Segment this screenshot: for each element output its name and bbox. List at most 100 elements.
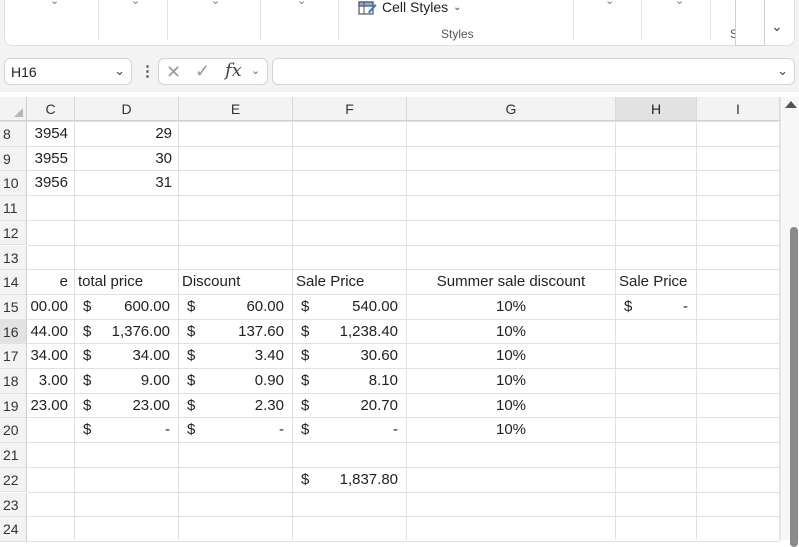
cell-c18[interactable]: 3.00	[27, 369, 74, 394]
cell-c9[interactable]: 3955	[27, 147, 74, 172]
cell-value: 1,238.40	[339, 322, 398, 340]
column-header-e[interactable]: E	[179, 97, 293, 121]
row-header-15[interactable]: 15	[0, 294, 27, 320]
row-header-23[interactable]: 23	[0, 492, 27, 518]
cell-d9[interactable]: 30	[75, 147, 178, 172]
cell-e17[interactable]: $3.40	[179, 344, 292, 369]
cell-g19[interactable]: 10%	[407, 394, 615, 419]
cell-e19[interactable]: $2.30	[179, 394, 292, 419]
row-header-19[interactable]: 19	[0, 393, 27, 419]
scroll-thumb[interactable]	[790, 227, 798, 547]
chevron-down-icon[interactable]: ⌄	[251, 64, 260, 77]
cell-f20[interactable]: $ -	[293, 418, 406, 443]
row-header-24[interactable]: 24	[0, 517, 27, 542]
cell-e18[interactable]: $0.90	[179, 369, 292, 394]
cell-d15[interactable]: $600.00	[75, 295, 178, 320]
formula-input[interactable]: ⌄	[272, 58, 795, 85]
chevron-down-icon[interactable]: ⌄	[211, 0, 220, 7]
cell-f14[interactable]: Sale Price	[293, 270, 406, 295]
cell-d20[interactable]: $ -	[75, 418, 178, 443]
row-header-22[interactable]: 22	[0, 467, 27, 493]
more-options-icon[interactable]: ⋮	[140, 62, 155, 80]
cell-e15[interactable]: $60.00	[179, 295, 292, 320]
styles-gallery-box[interactable]	[735, 0, 765, 46]
chevron-down-icon[interactable]: ⌄	[297, 0, 306, 7]
name-box[interactable]: H16 ⌄	[4, 58, 132, 85]
chevron-down-icon[interactable]: ⌄	[131, 0, 140, 7]
cell-h15[interactable]: $ -	[616, 295, 696, 320]
row-header-9[interactable]: 9	[0, 146, 27, 172]
row-gridline	[27, 219, 780, 221]
cell-d19[interactable]: $23.00	[75, 394, 178, 419]
cell-g18[interactable]: 10%	[407, 369, 615, 394]
cell-g20[interactable]: 10%	[407, 418, 615, 443]
cell-f22[interactable]: $1,837.80	[293, 468, 406, 493]
row-header-12[interactable]: 12	[0, 220, 27, 246]
cell-f18[interactable]: $8.10	[293, 369, 406, 394]
spreadsheet-grid[interactable]: CDEFGHI7839542993955301039563111121314et…	[0, 97, 780, 542]
cell-c14[interactable]: e	[27, 270, 74, 295]
chevron-down-icon[interactable]: ⌄	[605, 0, 614, 7]
cell-g15[interactable]: 10%	[407, 295, 615, 320]
cell-f19[interactable]: $20.70	[293, 394, 406, 419]
check-icon[interactable]: ✓	[195, 61, 210, 82]
row-header-16[interactable]: 16	[0, 319, 27, 345]
cell-e16[interactable]: $137.60	[179, 320, 292, 345]
cell-e20[interactable]: $ -	[179, 418, 292, 443]
cell-c10[interactable]: 3956	[27, 171, 74, 196]
cell-f16[interactable]: $1,238.40	[293, 320, 406, 345]
row-header-21[interactable]: 21	[0, 443, 27, 468]
column-header-f[interactable]: F	[293, 97, 407, 121]
cell-c17[interactable]: 34.00	[27, 344, 74, 369]
cell-g17[interactable]: 10%	[407, 344, 615, 369]
chevron-down-icon[interactable]: ⌄	[771, 18, 783, 35]
select-all-corner[interactable]	[0, 97, 27, 121]
cell-g16[interactable]: 10%	[407, 320, 615, 345]
cell-d17[interactable]: $34.00	[75, 344, 178, 369]
row-header-8[interactable]: 8	[0, 122, 27, 147]
cell-value: 1,837.80	[339, 470, 398, 488]
row-header-20[interactable]: 20	[0, 418, 27, 444]
ribbon-separator	[710, 0, 711, 40]
column-header-g[interactable]: G	[407, 97, 616, 121]
cell-styles-button[interactable]: Cell Styles ⌄	[358, 0, 462, 16]
cell-d10[interactable]: 31	[75, 171, 178, 196]
cancel-icon[interactable]: ✕	[166, 62, 181, 83]
chevron-down-icon[interactable]: ⌄	[675, 0, 684, 7]
column-header-i[interactable]: I	[697, 97, 780, 121]
cell-d18[interactable]: $9.00	[75, 369, 178, 394]
cell-value: 9.00	[140, 372, 170, 389]
cell-c8[interactable]: 3954	[27, 122, 74, 147]
row-header-13[interactable]: 13	[0, 245, 27, 271]
cell-value: 3.40	[254, 347, 284, 365]
chevron-down-icon[interactable]: ⌄	[777, 63, 788, 79]
column-header-c[interactable]: C	[27, 97, 75, 121]
cell-c16[interactable]: 44.00	[27, 320, 74, 345]
column-header-h[interactable]: H	[616, 97, 697, 121]
chevron-down-icon[interactable]: ⌄	[50, 0, 59, 7]
cell-f17[interactable]: $30.60	[293, 344, 406, 369]
styles-group-label: Styles	[441, 27, 474, 41]
cell-g14[interactable]: Summer sale discount	[407, 270, 615, 295]
row-header-17[interactable]: 17	[0, 344, 27, 369]
vertical-scrollbar[interactable]	[780, 97, 799, 547]
cell-c19[interactable]: 23.00	[27, 394, 74, 419]
row-header-14[interactable]: 14	[0, 270, 27, 295]
row-header-18[interactable]: 18	[0, 369, 27, 394]
scroll-up-arrow[interactable]	[785, 101, 797, 108]
cell-f15[interactable]: $540.00	[293, 295, 406, 320]
cell-e14[interactable]: Discount	[179, 270, 292, 295]
ribbon-separator	[338, 0, 339, 40]
cell-d8[interactable]: 29	[75, 122, 178, 147]
cell-c15[interactable]: 00.00	[27, 295, 74, 320]
insert-function-icon[interactable]: fx	[225, 60, 242, 81]
row-header-10[interactable]: 10	[0, 171, 27, 197]
row-header-11[interactable]: 11	[0, 196, 27, 221]
currency-symbol: $	[187, 322, 196, 340]
cell-d16[interactable]: $1,376.00	[75, 320, 178, 345]
cell-h14[interactable]: Sale Price	[616, 270, 696, 295]
column-gridline	[615, 121, 616, 540]
cell-d14[interactable]: total price	[75, 270, 178, 295]
chevron-down-icon[interactable]: ⌄	[114, 63, 125, 79]
column-header-d[interactable]: D	[75, 97, 179, 121]
